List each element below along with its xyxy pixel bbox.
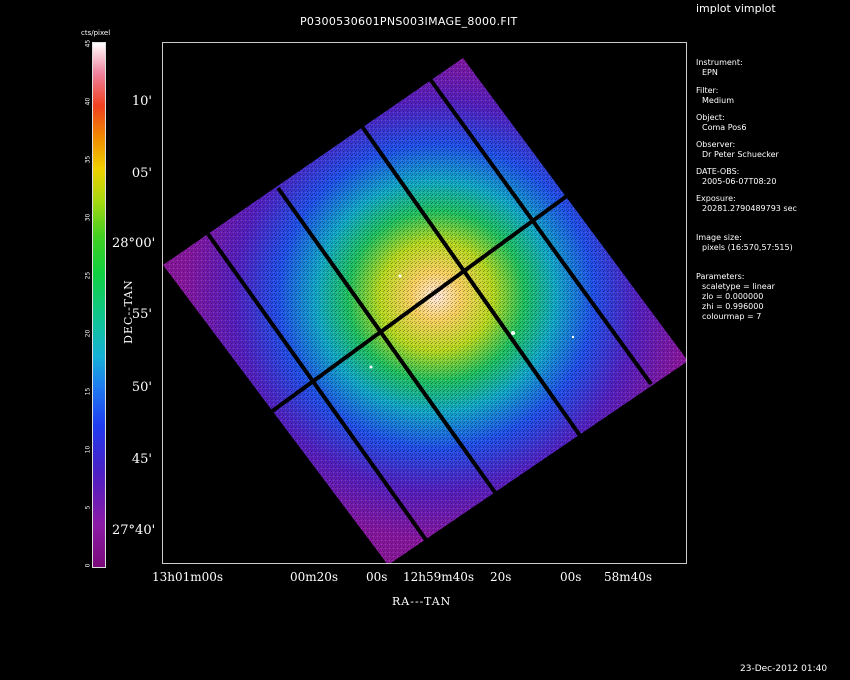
x-tick-label: 58m40s [604,570,653,584]
colorbar-tick: 45 [84,39,92,48]
info-label: Filter: [696,86,719,95]
info-label: Instrument: [696,58,743,67]
y-tick-label: 45' [131,452,152,467]
x-tick-label: 12h59m40s [403,570,475,584]
info-value: pixels (16:570,57:515) [702,243,793,252]
info-value: Dr Peter Schuecker [702,150,779,159]
xray-image [163,58,686,563]
x-tick-label: 00m20s [290,570,339,584]
info-value: EPN [702,68,718,77]
detector-footprint [163,58,686,563]
info-value: zlo = 0.000000 [702,292,764,301]
info-instrument: Instrument: EPN [696,58,743,78]
colorbar-tick: 15 [84,387,92,396]
info-label: DATE-OBS: [696,167,740,176]
info-label: Image size: [696,233,742,242]
info-value: scaletype = linear [702,282,775,291]
info-value: colourmap = 7 [702,312,762,321]
info-label: Observer: [696,140,736,149]
colorbar-tick: 40 [84,97,92,106]
info-value: 20281.2790489793 sec [702,204,797,213]
info-label: Exposure: [696,194,736,203]
x-tick-label: 13h01m00s [152,570,224,584]
colorbar-tick: 35 [84,155,92,164]
footer-date: 23-Dec-2012 01:40 [740,664,828,674]
info-label: Parameters: [696,272,745,281]
y-axis-label: DEC--TAN [121,279,135,344]
colorbar-tick: 10 [84,445,92,454]
colorbar-tick: 30 [84,213,92,222]
program-name: implot vimplot [696,2,776,15]
y-tick-label: 27°40' [112,523,156,538]
info-value: 2005-06-07T08:20 [702,177,777,186]
x-tick-label: 00s [366,570,388,584]
y-tick-label: 28°00' [112,236,156,251]
y-tick-label: 05' [131,166,152,181]
info-filter: Filter: Medium [696,86,734,106]
x-tick-label: 20s [490,570,512,584]
info-label: Object: [696,113,725,122]
info-image-size: Image size: pixels (16:570,57:515) [696,233,793,253]
image-plot [162,42,687,564]
colorbar-tick: 25 [84,271,92,280]
x-tick-label: 00s [560,570,582,584]
info-observer: Observer: Dr Peter Schuecker [696,140,779,160]
info-parameters: Parameters: scaletype = linear zlo = 0.0… [696,272,775,322]
info-value: zhi = 0.996000 [702,302,764,311]
colorbar-tick: 0 [84,563,92,568]
x-axis-label: RA---TAN [392,595,452,608]
info-value: Coma Pos6 [702,123,747,132]
y-tick-label: 50' [131,380,152,395]
y-tick-label: 10' [131,94,152,109]
colorbar [92,42,106,568]
image-title: P0300530601PNS003IMAGE_8000.FIT [300,15,518,28]
colorbar-tick: 5 [84,505,92,510]
info-date-obs: DATE-OBS: 2005-06-07T08:20 [696,167,776,187]
info-exposure: Exposure: 20281.2790489793 sec [696,194,797,214]
colorbar-tick: 20 [84,329,92,338]
info-value: Medium [702,96,734,105]
info-object: Object: Coma Pos6 [696,113,746,133]
